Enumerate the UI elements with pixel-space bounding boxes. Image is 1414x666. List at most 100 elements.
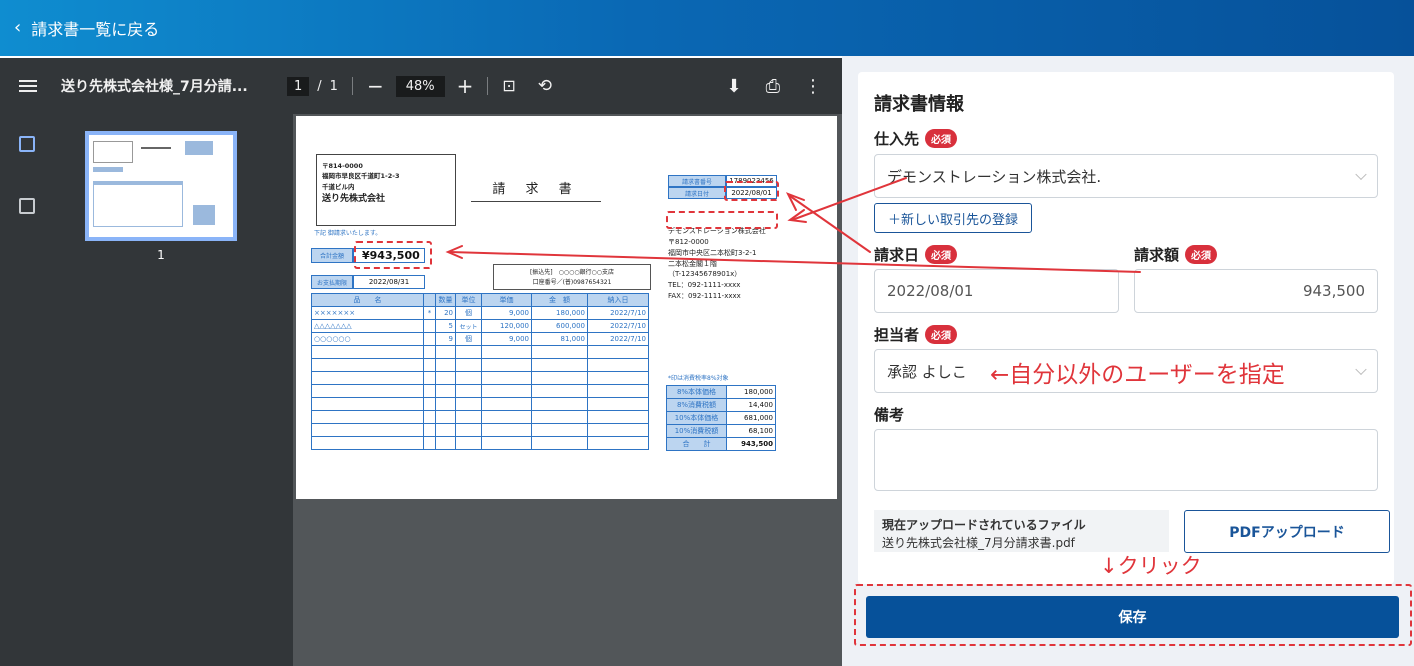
item-date: 2022/7/10 (587, 306, 649, 320)
item-price: 120,000 (481, 319, 532, 333)
date-label-text: 請求日 (874, 246, 920, 264)
table-row: 合 計 943,500 (666, 437, 776, 451)
item-name: ××××××× (311, 306, 424, 320)
person-label: 担当者 必須 (874, 324, 958, 345)
page-separator: / (317, 78, 322, 94)
print-icon[interactable]: ⎙ (766, 76, 780, 97)
item-qty: 5 (435, 319, 456, 333)
table-row: 10%本体価格 681,000 (666, 411, 776, 425)
invoice-amount-value: 943,500 (1302, 282, 1365, 300)
page-total: 1 (329, 78, 338, 94)
menu-icon[interactable] (19, 77, 37, 95)
person-value: 承認 よしこ (887, 362, 967, 381)
item-date: 2022/7/10 (587, 319, 649, 333)
item-name: ○○○○○○ (311, 332, 424, 346)
bank-line1: [振込先] ○○○○銀行○○支店 (529, 269, 615, 276)
required-badge: 必須 (925, 325, 958, 344)
item-name: △△△△△△△ (311, 319, 424, 333)
form-heading: 請求書情報 (874, 94, 964, 115)
uploaded-file-title: 現在アップロードされているファイル (882, 518, 1086, 532)
supplier-value: デモンストレーション株式会社. (887, 167, 1102, 186)
back-link[interactable]: ‹ 請求書一覧に戻る (14, 16, 159, 40)
bank-info: [振込先] ○○○○銀行○○支店 口座番号／(普)0987654321 (493, 264, 651, 290)
chevron-down-icon (1355, 363, 1367, 376)
table-row (311, 371, 649, 385)
item-qty: 9 (435, 332, 456, 346)
table-row (311, 358, 649, 372)
table-row: △△△△△△△ 5 セット 120,000 600,000 2022/7/10 (311, 319, 649, 333)
table-row: 8%本体価格 180,000 (666, 385, 776, 399)
tax-label: 8%本体価格 (666, 385, 727, 399)
outline-view-icon[interactable] (19, 198, 35, 214)
zoom-level[interactable]: 48% (395, 75, 445, 97)
zoom-in-icon[interactable]: + (457, 76, 474, 96)
table-row (311, 384, 649, 398)
memo-textarea[interactable] (874, 429, 1378, 491)
uploaded-file-info: 現在アップロードされているファイル 送り先株式会社様_7月分請求書.pdf (874, 510, 1169, 552)
top-bar: ‹ 請求書一覧に戻る (0, 0, 1414, 56)
pdf-upload-button[interactable]: PDFアップロード (1184, 510, 1390, 553)
amount-label-text: 請求額 (1134, 246, 1180, 264)
tax-value: 681,000 (726, 411, 776, 425)
invoice-no-label: 請求書番号 (668, 175, 726, 187)
recipient-name: 送り先株式会社 (322, 194, 386, 205)
sender-address1: 福岡市中央区二本松町3-2-1 (668, 248, 757, 257)
supplier-label: 仕入先 必須 (874, 128, 958, 149)
sender-address2: 二本松金閣１階 (668, 259, 717, 268)
tax-label: 10%消費税額 (666, 424, 727, 438)
tax-value: 180,000 (726, 385, 776, 399)
chevron-left-icon: ‹ (14, 17, 22, 38)
sender-tel: TEL：092-1111-xxxx (668, 281, 741, 290)
column-header (423, 293, 436, 307)
rotate-icon[interactable]: ⟲ (538, 77, 552, 95)
thumbnail-view-icon[interactable] (19, 136, 35, 152)
item-mark (423, 319, 436, 333)
page-current-input[interactable]: 1 (287, 76, 310, 96)
items-table: 品 名 数量 単位 単価 金 額 納入日 ××××××× * 20 個 9,00… (311, 293, 649, 450)
click-hint-annotation: ↓クリック (1100, 554, 1202, 578)
item-mark: * (423, 306, 436, 320)
due-date: 2022/08/31 (353, 275, 425, 289)
zoom-out-icon[interactable]: − (367, 76, 384, 96)
download-icon[interactable]: ⬇ (727, 76, 742, 97)
total-label: 合計金額 (311, 248, 353, 263)
due-label: お支払期限 (311, 275, 353, 289)
page-indicator: 1 / 1 (287, 76, 338, 96)
recipient-address: 〒814-0000 福岡市早良区千道町1-2-3 千道ビル内 送り先株式会社 (316, 154, 456, 226)
column-header: 単価 (481, 293, 532, 307)
supplier-select[interactable]: デモンストレーション株式会社. (874, 154, 1378, 198)
item-amount: 180,000 (531, 306, 588, 320)
item-amount: 600,000 (531, 319, 588, 333)
required-badge: 必須 (925, 245, 958, 264)
highlight-total (354, 241, 432, 269)
date-label: 請求日 必須 (874, 244, 958, 265)
toolbar-divider (351, 77, 353, 95)
more-vert-icon[interactable]: ⋮ (804, 76, 822, 97)
item-unit: 個 (455, 306, 482, 320)
invoice-form-card: 請求書情報 仕入先 必須 デモンストレーション株式会社. ＋新しい取引先の登録 … (858, 72, 1394, 584)
item-unit: 個 (455, 332, 482, 346)
recipient-postal: 〒814-0000 (322, 162, 363, 170)
sender-registration: （T-12345678901x） (668, 270, 742, 279)
item-unit: セット (455, 319, 482, 333)
sender-info: デモンストレーション株式会社 〒812-0000 福岡市中央区二本松町3-2-1… (668, 226, 766, 302)
table-row (311, 423, 649, 437)
back-label: 請求書一覧に戻る (31, 20, 160, 39)
recipient-address2: 千道ビル内 (322, 182, 355, 191)
pdf-toolbar: 送り先株式会社様_7月分請... 1 / 1 − 48% + ⊡ ⟲ ⬇ ⎙ ⋮ (0, 58, 842, 114)
tax-label: 合 計 (666, 437, 727, 451)
tax-value: 14,400 (726, 398, 776, 412)
invoice-amount-input[interactable]: 943,500 (1134, 269, 1378, 313)
table-row: ××××××× * 20 個 9,000 180,000 2022/7/10 (311, 306, 649, 320)
item-mark (423, 332, 436, 346)
invoice-date-value: 2022/08/01 (887, 282, 974, 300)
tax-table: 8%本体価格 180,000 8%消費税額 14,400 10%本体価格 681,00… (666, 385, 776, 451)
tax-value: 68,100 (726, 424, 776, 438)
column-header: 納入日 (587, 293, 649, 307)
page-thumbnail[interactable] (85, 131, 237, 241)
new-partner-button[interactable]: ＋新しい取引先の登録 (874, 203, 1032, 233)
invoice-date-input[interactable]: 2022/08/01 (874, 269, 1119, 313)
fit-page-icon[interactable]: ⊡ (502, 78, 515, 94)
table-row: 10%消費税額 68,100 (666, 424, 776, 438)
invoice-title: 請 求 書 (471, 178, 601, 202)
